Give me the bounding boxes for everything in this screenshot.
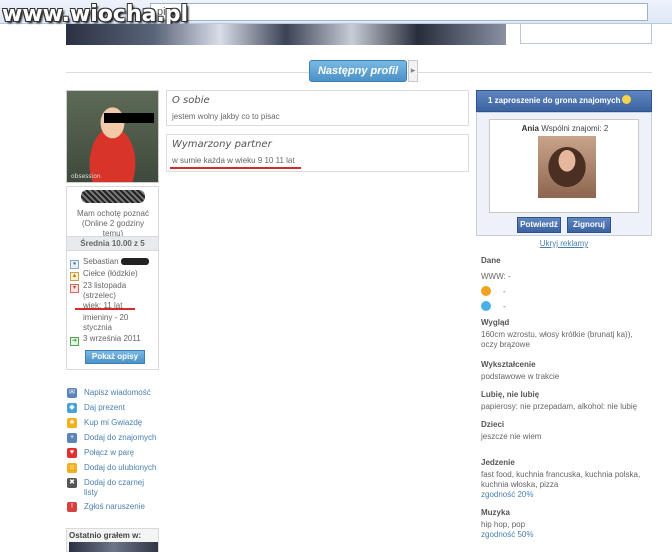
banner-side-box — [520, 24, 652, 44]
average-rating: Średnia 10.00 z 5 — [67, 236, 158, 251]
favorite-icon: ☺ — [67, 463, 77, 473]
section-education: Wykształcenie podstawowe w trakcie — [481, 360, 560, 381]
red-underline-age — [75, 308, 135, 310]
heart-icon: ♥ — [67, 448, 77, 458]
friend-invite-header: 1 zaproszenie do grona znajomych — [476, 90, 652, 112]
info-name: ● Sebastian — [70, 257, 151, 269]
last-played-title: Ostatnio grałem w: — [69, 531, 142, 540]
gift-icon: ◆ — [67, 403, 77, 413]
section-food: Jedzenie fast food, kuchnia francuska, k… — [481, 458, 651, 500]
banner-image — [66, 24, 506, 45]
section-looks: Wygląd 160cm wzrostu, włosy krótkie (bru… — [481, 318, 633, 349]
address-bar[interactable]: pisy — [150, 3, 648, 21]
friend-invite-box: Ania Wspólni znajomi: 2 Potwierdź Zignor… — [476, 112, 652, 236]
mood-text: Mam ochotę poznać (Online 2 godziny temu… — [76, 209, 150, 238]
music-match-link[interactable]: zgodność 50% — [481, 530, 651, 540]
invite-card: Ania Wspólni znajomi: 2 — [489, 119, 639, 213]
show-descriptions-button[interactable]: Pokaż opisy — [85, 350, 145, 364]
add-friend-icon: + — [67, 433, 77, 443]
section-kids: Dzieci jeszcze nie wiem — [481, 420, 542, 441]
calendar-icon: ▾ — [70, 284, 79, 293]
partner-text: w sumie każda w wieku 9 10 11 lat — [172, 156, 295, 165]
action-add-favorite[interactable]: ☺ Dodaj do ulubionych — [67, 461, 159, 476]
envelope-icon: ✉ — [67, 388, 77, 398]
action-add-friend[interactable]: + Dodaj do znajomych — [67, 431, 159, 446]
confirm-button[interactable]: Potwierdź — [517, 217, 561, 233]
info-nameday: imieniny - 20 stycznia — [83, 313, 129, 332]
info-joined: ➔ 3 września 2011 — [70, 334, 141, 346]
joined-icon: ➔ — [70, 337, 79, 346]
invite-name: Ania Wspólni znajomi: 2 — [521, 124, 609, 133]
ignore-button[interactable]: Zignoruj — [567, 217, 611, 233]
about-title: O sobie — [172, 95, 210, 106]
red-underline-partner — [170, 167, 301, 169]
action-send-message[interactable]: ✉ Napisz wiadomość — [67, 386, 159, 401]
section-music: Muzyka hip hop, pop zgodność 50% — [481, 508, 651, 540]
censor-bar — [104, 113, 154, 123]
action-give-gift[interactable]: ◆ Daj prezent — [67, 401, 159, 416]
about-text: jestem wolny jakby co to pisac — [172, 112, 280, 121]
info-birthday: ▾ 23 listopada (strzelec) wiek: 11 lat — [70, 281, 151, 311]
profile-photo[interactable]: obsession — [66, 90, 159, 183]
about-panel: O sobie jestem wolny jakby co to pisac — [166, 90, 469, 126]
censored-nickname — [81, 190, 145, 203]
photo-caption: obsession — [71, 173, 101, 180]
blacklist-icon: ✖ — [67, 478, 77, 488]
next-profile-button[interactable]: Następny profil — [309, 60, 407, 82]
gg-icon — [481, 286, 491, 296]
section-likes: Lubię, nie lubię papierosy: nie przepada… — [481, 390, 638, 411]
report-icon: ! — [67, 502, 77, 512]
profile-card: Mam ochotę poznać (Online 2 godziny temu… — [66, 186, 159, 370]
home-icon: ▲ — [70, 272, 79, 281]
invite-photo[interactable] — [538, 136, 596, 198]
section-data: Dane WWW: - - - — [481, 256, 511, 311]
star-icon: ★ — [67, 418, 77, 428]
censored-surname — [120, 258, 149, 265]
food-match-link[interactable]: zgodność 20% — [481, 490, 651, 500]
skype-icon — [481, 301, 491, 311]
action-buy-star[interactable]: ★ Kup mi Gwiazdę — [67, 416, 159, 431]
info-city: ▲ Ciełce (łódzkie) — [70, 269, 138, 281]
profile-actions: ✉ Napisz wiadomość ◆ Daj prezent ★ Kup mi G… — [67, 386, 159, 515]
action-blacklist[interactable]: ✖ Dodaj do czarnej listy — [67, 476, 159, 500]
person-icon: ● — [70, 260, 79, 269]
partner-title: Wymarzony partner — [172, 139, 272, 150]
action-report[interactable]: ! Zgłoś naruszenie — [67, 500, 159, 515]
partner-panel: Wymarzony partner w sumie każda w wieku … — [166, 134, 469, 172]
hide-ads-link[interactable]: Ukryj reklamy — [476, 239, 652, 248]
smiley-icon — [622, 95, 632, 104]
last-played-thumbnail[interactable] — [69, 542, 158, 552]
action-pair[interactable]: ♥ Połącz w parę — [67, 446, 159, 461]
next-arrow-icon[interactable]: ▸ — [408, 60, 418, 82]
last-played-box: Ostatnio grałem w: — [66, 528, 159, 552]
